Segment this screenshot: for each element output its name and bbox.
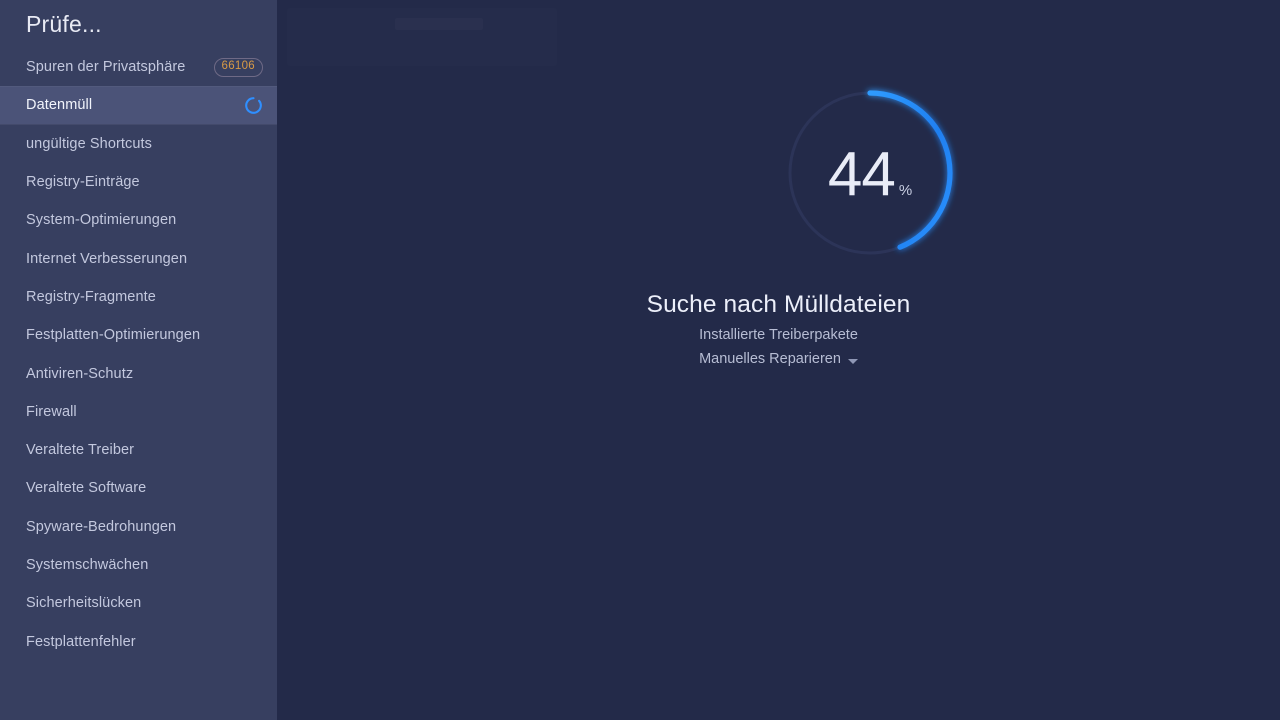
scan-status-detail: Installierte Treiberpakete <box>699 327 858 343</box>
sidebar-item-label: Firewall <box>26 403 77 420</box>
page-title: Prüfe... <box>26 11 102 37</box>
sidebar-item-label: Veraltete Software <box>26 480 147 497</box>
sidebar-item-label: Systemschwächen <box>26 557 149 573</box>
main-content: 44 % Suche nach Mülldateien Installierte… <box>277 0 1280 720</box>
sidebar-item-internet-verbesserungen[interactable]: Internet Verbesserungen <box>0 239 277 277</box>
progress-ring: 44 % <box>784 87 956 259</box>
progress-ring-center: 44 % <box>784 87 956 259</box>
sidebar-item-sicherheitslucken[interactable]: Sicherheitslücken <box>0 584 277 622</box>
chevron-down-icon <box>847 358 858 364</box>
sidebar-item-systemschwachen[interactable]: Systemschwächen <box>0 546 277 584</box>
sidebar-item-label: Sicherheitslücken <box>26 595 142 612</box>
sidebar-item-firewall[interactable]: Firewall <box>0 393 277 431</box>
sidebar-item-label: Veraltete Treiber <box>26 442 135 459</box>
progress-percent: 44 % <box>828 144 912 206</box>
sidebar-item-label: Festplattenfehler <box>26 633 136 650</box>
manual-repair-dropdown[interactable]: Manuelles Reparieren <box>277 351 1280 367</box>
sidebar-item-registry-fragmente[interactable]: Registry-Fragmente <box>0 278 277 316</box>
progress-percent-unit: % <box>898 182 913 199</box>
background-chip-decoration <box>395 18 483 30</box>
status-badge-count: 66106 <box>221 60 255 73</box>
loading-spinner-icon <box>244 96 263 115</box>
status-badge: 66106 <box>213 57 263 77</box>
sidebar-item-veraltete-treiber[interactable]: Veraltete Treiber <box>0 431 277 469</box>
scan-category-list: Spuren der Privatsphäre 66106 Datenmüll ung… <box>0 48 277 661</box>
sidebar: Prüfe... Spuren der Privatsphäre 66106 Dat… <box>0 0 277 720</box>
sidebar-item-label: Spyware-Bedrohungen <box>26 518 177 535</box>
sidebar-item-label: Festplatten-Optimierungen <box>26 327 201 344</box>
sidebar-item-festplattenfehler[interactable]: Festplattenfehler <box>0 622 277 660</box>
sidebar-item-registry-eintrage[interactable]: Registry-Einträge <box>0 163 277 201</box>
progress-percent-value: 44 <box>827 140 896 209</box>
sidebar-item-ungultige-shortcuts[interactable]: ungültige Shortcuts <box>0 125 277 163</box>
sidebar-item-label: ungültige Shortcuts <box>26 135 153 152</box>
sidebar-item-label: Spuren der Privatsphäre <box>26 59 186 76</box>
sidebar-item-label: Registry-Einträge <box>26 174 140 191</box>
sidebar-item-festplatten-optimierungen[interactable]: Festplatten-Optimierungen <box>0 316 277 354</box>
sidebar-item-label: Internet Verbesserungen <box>26 250 188 267</box>
background-panel-decoration <box>287 8 557 66</box>
sidebar-item-spyware-bedrohungen[interactable]: Spyware-Bedrohungen <box>0 508 277 546</box>
app-window: Prüfe... Spuren der Privatsphäre 66106 Dat… <box>0 0 1280 720</box>
scan-status-heading: Suche nach Mülldateien <box>646 291 911 318</box>
sidebar-item-spuren-der-privatsphare[interactable]: Spuren der Privatsphäre 66106 <box>0 48 277 86</box>
sidebar-item-datenmull[interactable]: Datenmüll <box>0 86 277 125</box>
sidebar-item-system-optimierungen[interactable]: System-Optimierungen <box>0 201 277 239</box>
sidebar-item-antiviren-schutz[interactable]: Antiviren-Schutz <box>0 354 277 392</box>
sidebar-item-veraltete-software[interactable]: Veraltete Software <box>0 469 277 507</box>
sidebar-item-label: Antiviren-Schutz <box>26 365 134 382</box>
sidebar-item-label: Registry-Fragmente <box>26 288 156 305</box>
manual-repair-label: Manuelles Reparieren <box>699 351 841 367</box>
sidebar-item-label: Datenmüll <box>26 97 93 114</box>
sidebar-item-label: System-Optimierungen <box>26 212 177 229</box>
